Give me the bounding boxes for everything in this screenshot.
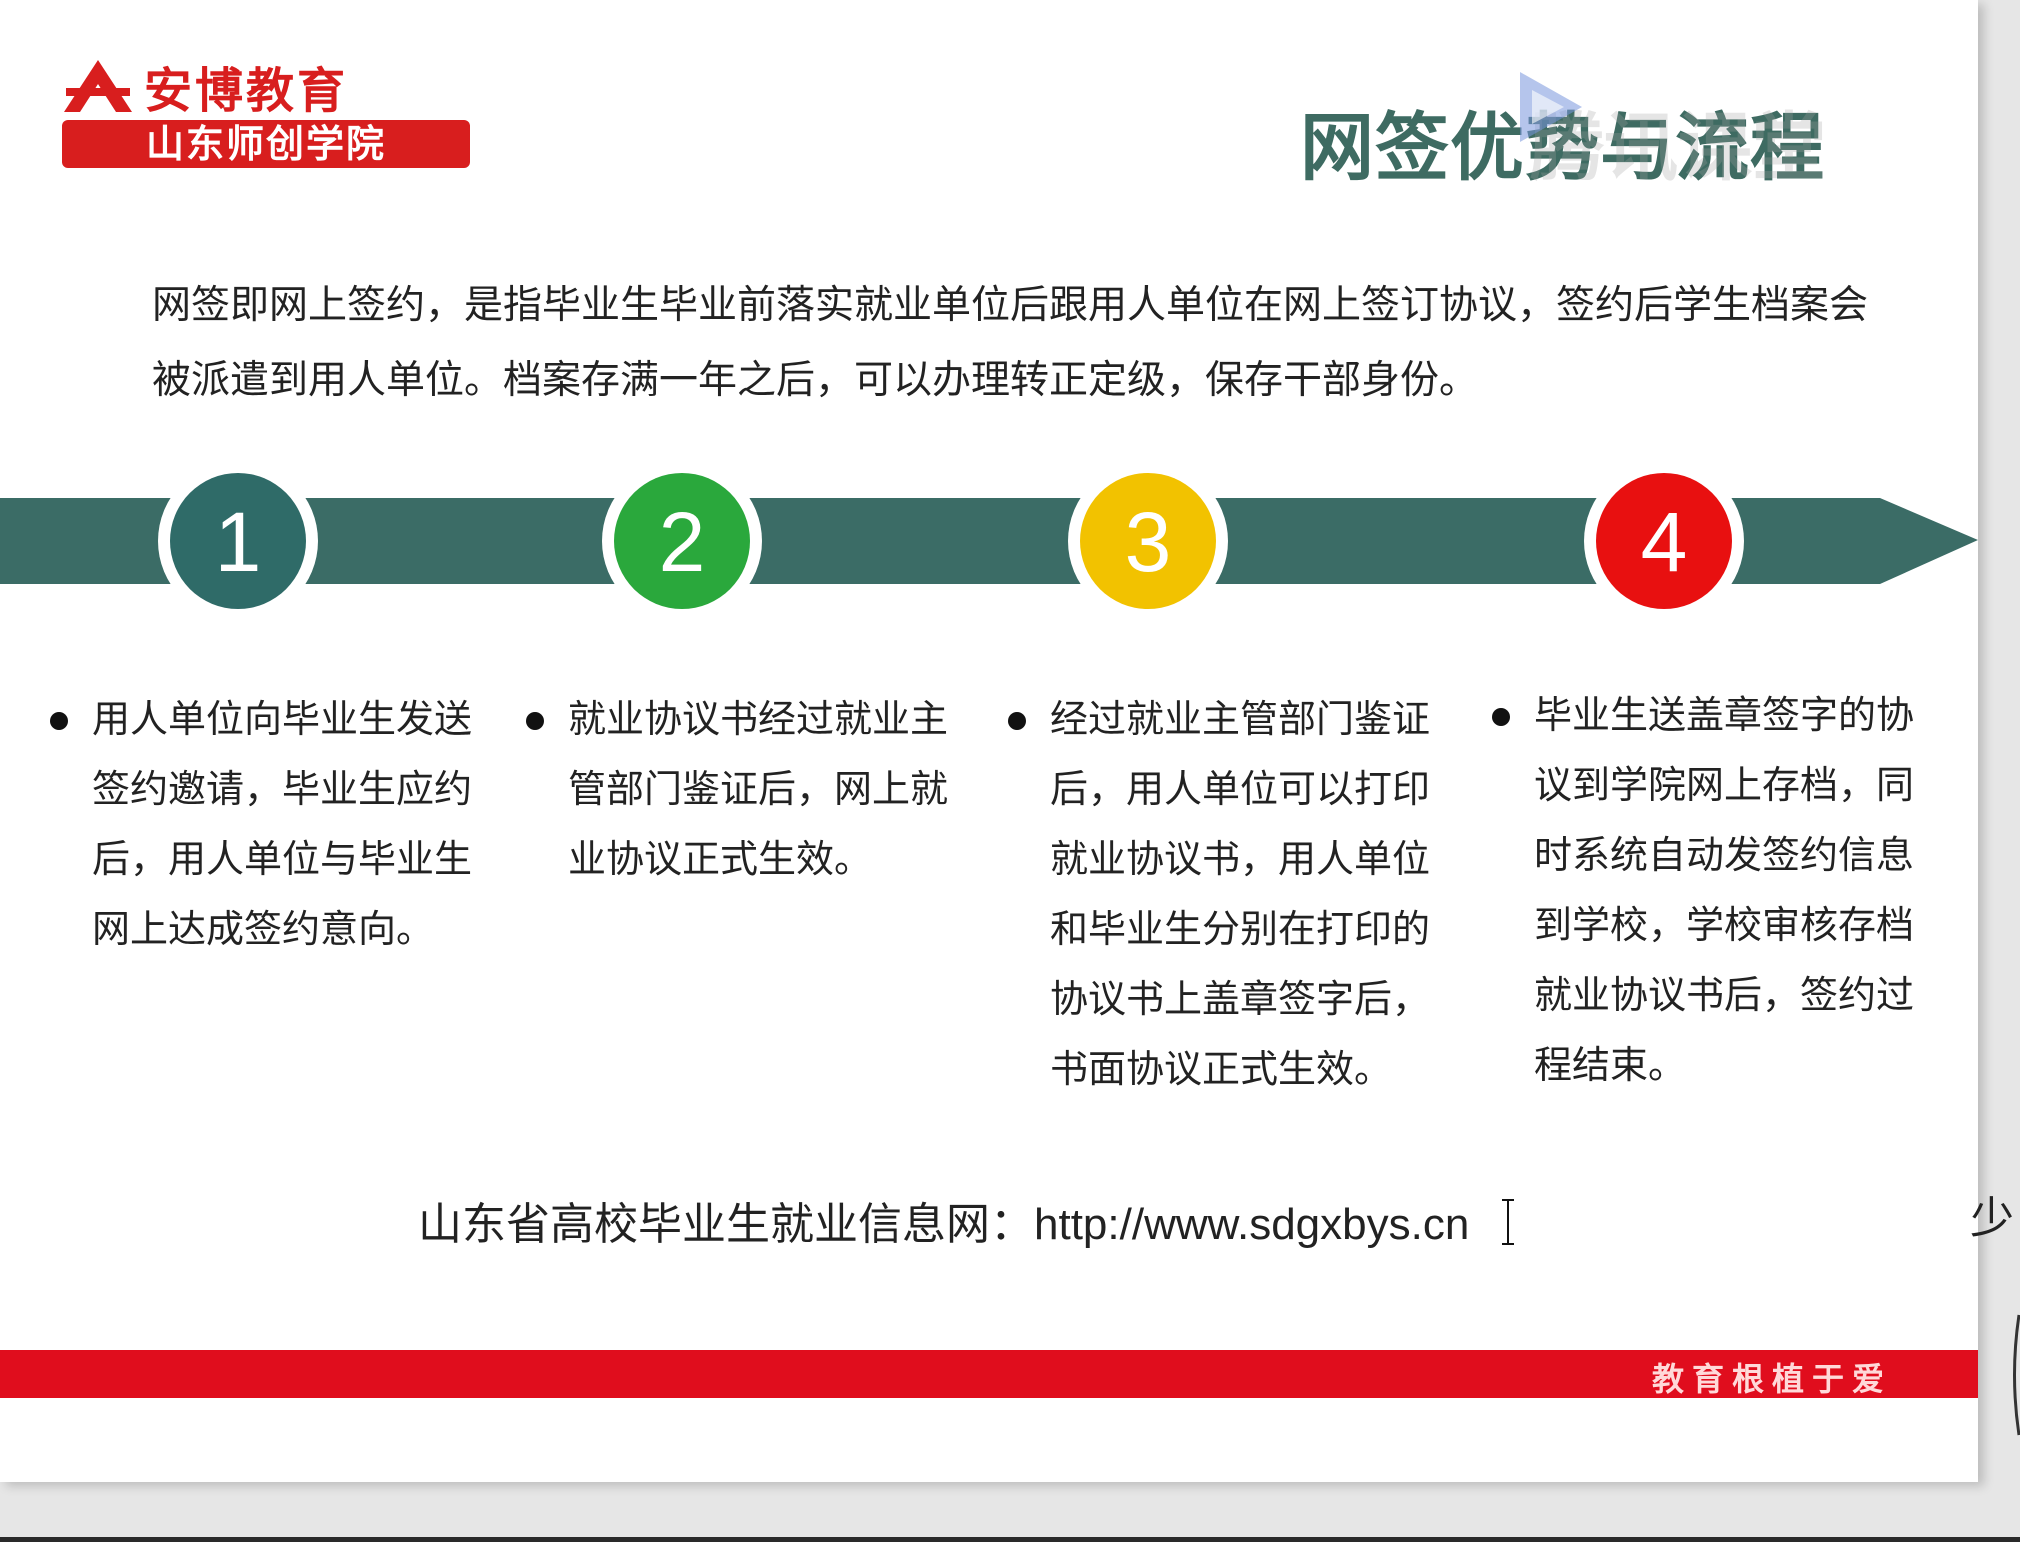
step-text-line: 业协议正式生效。	[568, 837, 873, 881]
step-text-line: 用人单位向毕业生发送	[92, 697, 473, 741]
step-text-3: 经过就业主管部门鉴证 后，用人单位可以打印 就业协议书，用人单位 和毕业生分别在打印的…	[1050, 684, 1430, 1104]
step-text-line: 协议书上盖章签字后，	[1050, 977, 1431, 1021]
intro-paragraph: 网签即网上签约，是指毕业生毕业前落实就业单位后跟用人单位在网上签订协议，签约后学…	[152, 283, 1869, 403]
info-website-link[interactable]: http://www.sdgxbys.cn	[1034, 1200, 1469, 1249]
bullet-icon	[50, 712, 68, 730]
step-text-1: 用人单位向毕业生发送 签约邀请，毕业生应约 后，用人单位与毕业生 网上达成签约意向。	[92, 684, 472, 964]
logo-brand-text: 安博教育	[144, 63, 349, 119]
bullet-icon	[1492, 708, 1510, 726]
timeline-arrow: 1 2 3 4	[0, 461, 1978, 621]
bullet-icon	[526, 712, 544, 730]
footer-bar: 教育根植于爱	[0, 1350, 1978, 1398]
logo: 安博教育 山东师创学院	[62, 56, 472, 168]
logo-band-text: 山东师创学院	[62, 120, 470, 168]
slide: 安博教育 山东师创学院 网签优势与流程 腾讯课堂 网签即网上签约，是指毕业生毕业…	[0, 0, 1978, 1482]
play-icon	[1520, 72, 1582, 142]
side-overlay-mark	[2013, 1314, 2020, 1436]
step-text-line: 到学校，学校审核存档	[1534, 903, 1915, 947]
step-3-number: 3	[1125, 495, 1172, 589]
step-text-line: 毕业生送盖章签字的协	[1534, 693, 1915, 737]
motto-text: 教育根植于爱	[1651, 1360, 1892, 1398]
step-text-line: 就业协议书经过就业主	[568, 697, 949, 741]
step-text-line: 后，用人单位可以打印	[1050, 767, 1431, 811]
info-website-label: 山东省高校毕业生就业信息网：	[418, 1199, 1034, 1250]
step-text-line: 就业协议书，用人单位	[1050, 837, 1431, 881]
side-overlay-char: 少	[1970, 1193, 2014, 1244]
step-4-number: 4	[1641, 495, 1688, 589]
bullet-icon	[1008, 712, 1026, 730]
step-text-2: 就业协议书经过就业主 管部门鉴证后，网上就 业协议正式生效。	[568, 684, 948, 894]
step-text-line: 经过就业主管部门鉴证	[1050, 697, 1431, 741]
step-text-line: 议到学院网上存档，同	[1534, 763, 1915, 807]
anbo-logo-icon	[64, 60, 132, 112]
info-website-line: 山东省高校毕业生就业信息网：http://www.sdgxbys.cn	[418, 1188, 1469, 1252]
step-text-line: 就业协议书后，签约过	[1534, 973, 1915, 1017]
step-text-line: 时系统自动发签约信息	[1534, 833, 1915, 877]
step-2-number: 2	[659, 495, 706, 589]
step-text-line: 程结束。	[1534, 1043, 1687, 1087]
step-text-line: 和毕业生分别在打印的	[1050, 907, 1431, 951]
text-cursor-icon	[1502, 1199, 1514, 1245]
step-text-line: 网上达成签约意向。	[92, 907, 435, 951]
step-text-line: 管部门鉴证后，网上就	[568, 767, 949, 811]
step-text-line: 书面协议正式生效。	[1050, 1047, 1393, 1091]
step-1-number: 1	[215, 495, 262, 589]
step-text-4: 毕业生送盖章签字的协 议到学院网上存档，同 时系统自动发签约信息 到学校，学校审核存档…	[1534, 680, 1914, 1100]
process-timeline: 1 2 3 4	[0, 460, 1978, 622]
step-text-line: 签约邀请，毕业生应约	[92, 767, 473, 811]
screen-bottom-edge	[0, 1537, 2020, 1542]
step-text-line: 后，用人单位与毕业生	[92, 837, 473, 881]
